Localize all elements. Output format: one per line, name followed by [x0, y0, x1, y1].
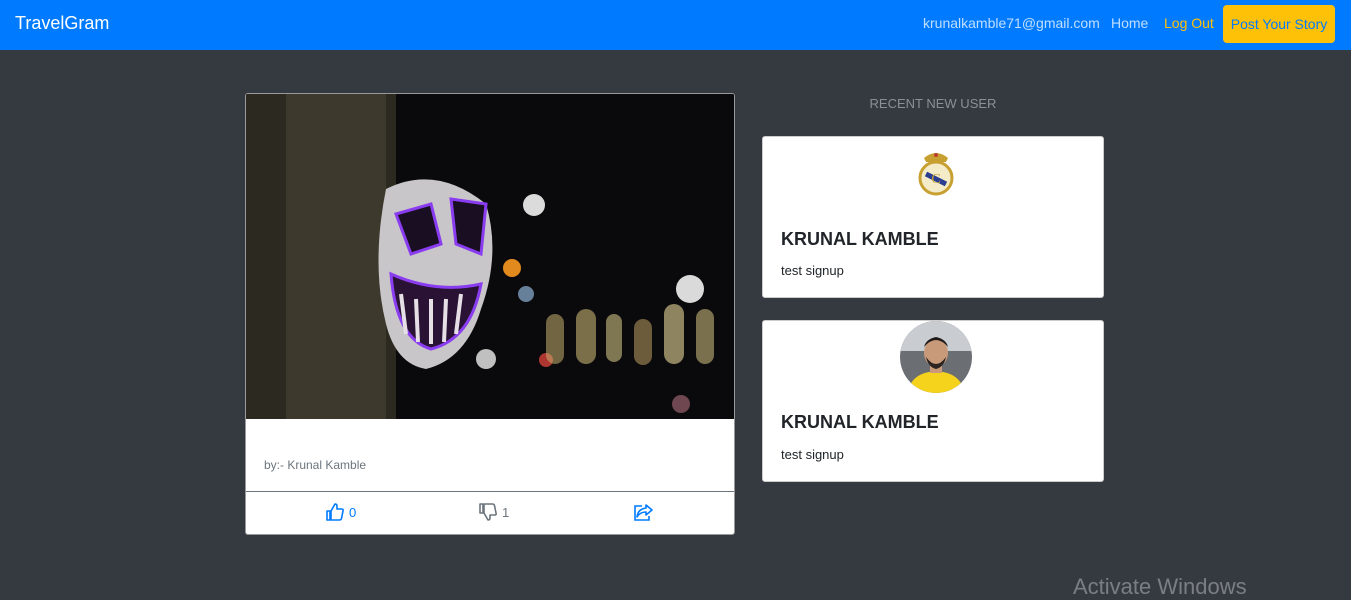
story-author: by:- Krunal Kamble	[264, 458, 367, 472]
like-count: 0	[349, 504, 357, 520]
story-card: by:- Krunal Kamble 0 1	[245, 93, 735, 535]
user-email: krunalkamble71@gmail.com	[923, 15, 1100, 31]
user-card[interactable]: C KRUNAL KAMBLE test signup	[762, 136, 1104, 298]
profile-photo	[900, 321, 972, 393]
story-photo-art	[246, 94, 734, 419]
user-name: KRUNAL KAMBLE	[781, 229, 939, 249]
post-story-button[interactable]: Post Your Story	[1223, 5, 1335, 43]
thumbs-up-icon	[326, 503, 344, 521]
user-bio: test signup	[781, 263, 844, 278]
top-navbar: TravelGram krunalkamble71@gmail.com Home…	[0, 0, 1351, 50]
recent-users-heading: RECENT NEW USER	[869, 96, 997, 111]
crest-icon: C	[900, 140, 972, 212]
like-button[interactable]: 0	[325, 502, 356, 522]
user-bio: test signup	[781, 447, 844, 462]
logout-link[interactable]: Log Out	[1164, 15, 1214, 31]
nav-home-link[interactable]: Home	[1111, 15, 1148, 31]
dislike-count: 1	[502, 504, 510, 520]
story-actions: 0 1	[246, 491, 734, 534]
share-button[interactable]	[632, 502, 654, 522]
story-image[interactable]	[246, 94, 734, 419]
thumbs-down-icon	[479, 503, 497, 521]
share-icon	[634, 504, 653, 521]
dislike-button[interactable]: 1	[478, 502, 509, 522]
user-name: KRUNAL KAMBLE	[781, 412, 939, 432]
activate-windows-watermark: Activate Windows	[1073, 574, 1247, 599]
user-card[interactable]: KRUNAL KAMBLE test signup	[762, 320, 1104, 482]
brand-logo[interactable]: TravelGram	[15, 13, 109, 34]
svg-text:C: C	[931, 172, 940, 187]
